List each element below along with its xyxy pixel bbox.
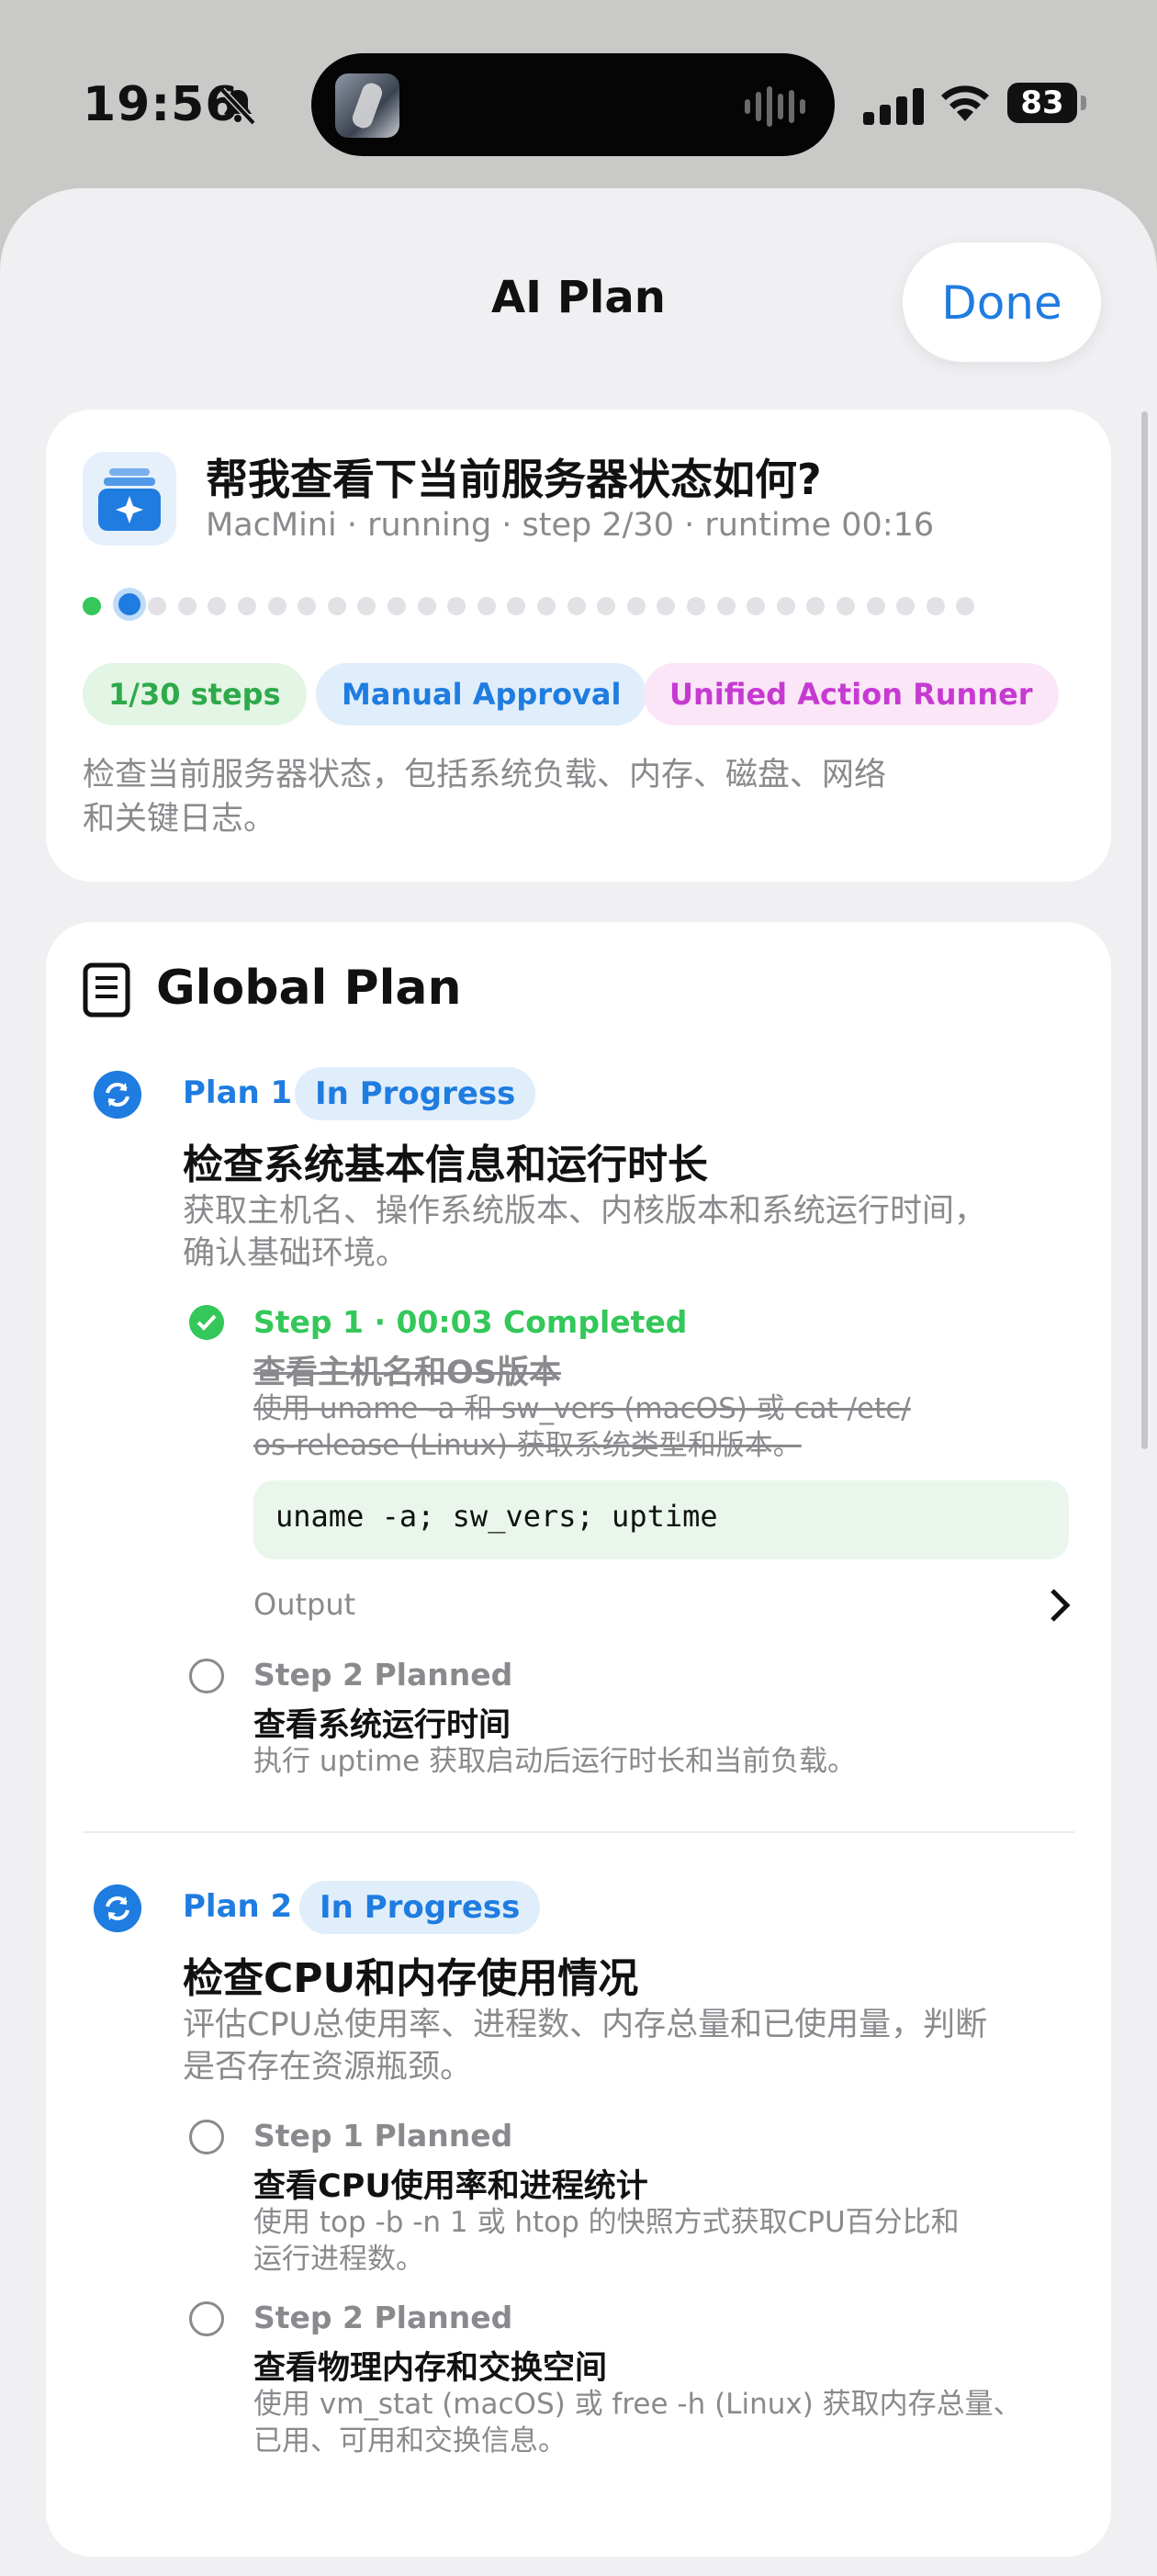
clock: 19:56 [83,77,240,132]
chevron-right-icon[interactable] [1049,1587,1071,1624]
plan-status-badge: In Progress [295,1067,536,1120]
plan-description: 获取主机名、操作系统版本、内核版本和系统运行时间， 确认基础环境。 [183,1193,987,1272]
ai-plan-app-icon [83,452,176,546]
step-header: Step 2 Planned [253,1657,513,1693]
step-header: Step 1 · 00:03 Completed [253,1304,688,1340]
task-question: 帮我查看下当前服务器状态如何? [206,455,822,504]
progress-dot [716,597,736,615]
scrollbar[interactable] [1141,411,1148,1449]
step-title: 查看系统运行时间 [253,1707,511,1744]
status-bar: 19:56 83 [0,0,1157,193]
step-description: 执行 uptime 获取启动后运行时长和当前负载。 [253,1745,857,1778]
progress-dot [327,597,346,615]
progress-dot [447,597,466,615]
progress-dot [776,597,795,615]
checkmark-circle-icon [189,1305,224,1340]
steps-count-badge: 1/30 steps [83,663,307,726]
progress-dot [956,597,975,615]
dynamic-island[interactable] [311,53,835,156]
progress-dot [687,597,705,615]
plan-label: Plan 1 [183,1074,293,1111]
task-description: 检查当前服务器状态，包括系统负载、内存、磁盘、网络 和关键日志。 [83,757,887,838]
plan-title: 检查系统基本信息和运行时长 [183,1142,708,1188]
pending-circle-icon [189,1659,224,1693]
output-toggle[interactable]: Output [253,1587,355,1622]
step-progress-dots [83,588,1038,621]
pending-circle-icon [189,2120,224,2154]
progress-dot [238,597,256,615]
global-plan-title: Global Plan [156,961,462,1016]
pending-circle-icon [189,2301,224,2336]
task-summary-card: 帮我查看下当前服务器状态如何? MacMini · running · step… [46,410,1111,882]
now-playing-artwork [335,73,399,138]
progress-dot [657,597,676,615]
task-meta: MacMini · running · step 2/30 · runtime … [206,507,935,544]
command-text: uname -a; sw_vers; uptime [275,1499,718,1534]
progress-dot [298,597,317,615]
plan-status-badge: In Progress [299,1881,541,1934]
audio-waveform-icon [745,86,805,127]
progress-dot [896,597,915,615]
progress-dot [112,588,146,621]
progress-dot [388,597,406,615]
progress-dot [567,597,586,615]
plan-divider [83,1831,1074,1833]
sync-icon [94,1884,141,1932]
plan-title: 检查CPU和内存使用情况 [183,1955,639,2002]
battery-indicator: 83 [1007,83,1086,123]
step-header: Step 1 Planned [253,2118,513,2154]
progress-dot [208,597,227,615]
progress-dot [537,597,556,615]
progress-dot [747,597,766,615]
progress-dot [477,597,496,615]
progress-dot [83,597,101,615]
sync-icon [94,1071,141,1119]
bell-slash-icon [219,87,256,126]
done-button[interactable]: Done [903,242,1101,362]
document-list-icon [83,962,130,1018]
approval-mode-badge: Manual Approval [316,663,647,726]
progress-dot [417,597,436,615]
step-description: 使用 vm_stat (macOS) 或 free -h (Linux) 获取内… [253,2388,1022,2458]
step-description: 使用 uname -a 和 sw_vers (macOS) 或 cat /etc… [253,1392,911,1462]
command-block[interactable]: uname -a; sw_vers; uptime [253,1480,1069,1559]
step-title: 查看CPU使用率和进程统计 [253,2168,648,2205]
progress-dot [626,597,646,615]
progress-dot [267,597,286,615]
progress-dot [926,597,945,615]
step-title: 查看物理内存和交换空间 [253,2350,608,2387]
progress-dot [866,597,885,615]
progress-dot [357,597,376,615]
plan-description: 评估CPU总使用率、进程数、内存总量和已使用量，判断 是否存在资源瓶颈。 [183,2007,988,2086]
progress-dot [177,597,197,615]
progress-dot [507,597,526,615]
cellular-signal-icon [863,88,924,125]
step-description: 使用 top -b -n 1 或 htop 的快照方式获取CPU百分比和 运行进… [253,2206,960,2276]
progress-dot [597,597,616,615]
progress-dot [806,597,826,615]
progress-dot [148,597,167,615]
plan-label: Plan 2 [183,1888,293,1925]
step-title: 查看主机名和OS版本 [253,1355,561,1391]
battery-level: 83 [1007,83,1077,123]
runner-badge: Unified Action Runner [644,663,1059,726]
step-header: Step 2 Planned [253,2300,513,2335]
progress-dot [837,597,855,615]
stack-sparkle-icon [98,468,161,531]
wifi-icon [941,85,989,121]
